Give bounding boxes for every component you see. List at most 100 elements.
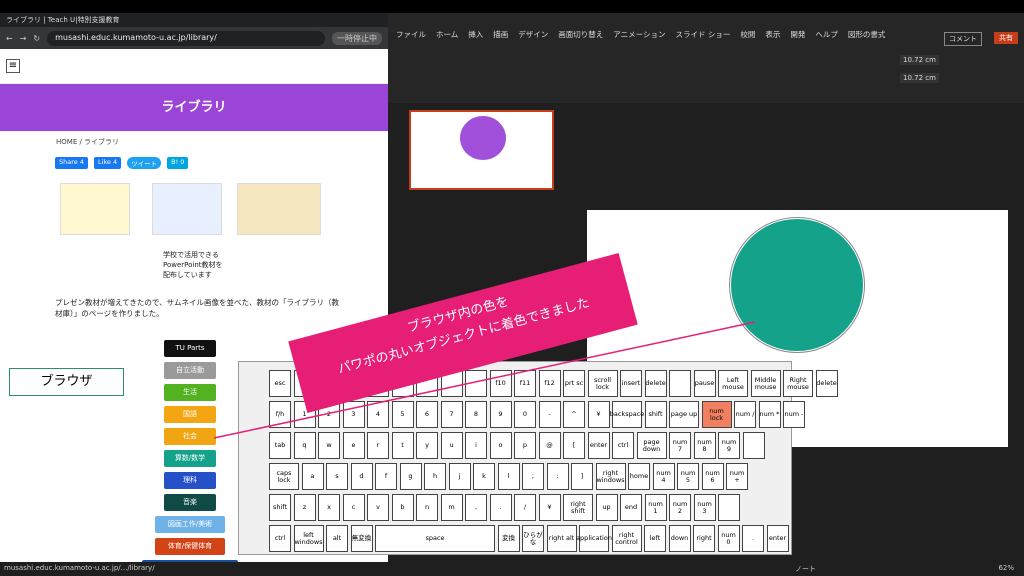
ribbon-tab[interactable]: 表示 — [765, 29, 780, 40]
key[interactable]: j — [448, 463, 471, 490]
back-icon[interactable]: ← — [6, 34, 13, 43]
category-button[interactable]: 社会 — [164, 428, 216, 445]
key[interactable]: / — [514, 494, 536, 521]
key[interactable]: num 0 — [717, 525, 740, 552]
key[interactable]: a — [301, 463, 324, 490]
key[interactable]: num 5 — [677, 463, 699, 490]
key[interactable]: ひらがな — [522, 525, 544, 552]
ribbon-tab[interactable]: 開発 — [790, 29, 805, 40]
key[interactable]: , — [465, 494, 487, 521]
height-field[interactable]: 10.72 cm — [900, 55, 939, 65]
ribbon-tab[interactable]: ホーム — [436, 29, 458, 40]
key[interactable]: m — [440, 494, 463, 521]
category-button[interactable]: 自立活動 — [164, 362, 216, 379]
url-input[interactable]: musashi.educ.kumamoto-u.ac.jp/library/ — [47, 30, 325, 46]
key[interactable]: z — [293, 494, 316, 521]
key[interactable]: enter — [766, 525, 789, 552]
browser-tab[interactable]: ライブラリ | Teach U|特別支援教育 — [0, 13, 388, 27]
category-button[interactable]: 生活 — [164, 384, 216, 401]
thumb-3[interactable] — [237, 183, 321, 235]
key[interactable]: application — [576, 525, 612, 552]
key[interactable]: right windows — [595, 463, 626, 490]
ribbon-tab[interactable]: 描画 — [493, 29, 508, 40]
share-ppt-button[interactable]: 共有 — [994, 32, 1018, 44]
category-button[interactable]: 音楽 — [164, 494, 216, 511]
key[interactable]: b — [391, 494, 414, 521]
key[interactable]: home — [628, 463, 650, 490]
key[interactable]: left windows — [293, 525, 324, 552]
comment-button[interactable]: コメント — [944, 32, 982, 46]
key[interactable]: ] — [571, 463, 593, 490]
like-button[interactable]: Like 4 — [93, 157, 122, 169]
key[interactable]: num 3 — [693, 494, 716, 521]
key[interactable]: n — [416, 494, 438, 521]
key[interactable]: alt — [326, 525, 348, 552]
ribbon-tab[interactable]: 挿入 — [468, 29, 483, 40]
key[interactable]: caps lock — [269, 463, 299, 490]
key[interactable]: right — [693, 525, 715, 552]
key[interactable]: ctrl — [269, 525, 291, 552]
key[interactable]: s — [326, 463, 348, 490]
key[interactable]: l — [497, 463, 520, 490]
tweet-button[interactable]: ツイート — [127, 157, 162, 169]
ribbon-tab[interactable]: デザイン — [518, 29, 548, 40]
menu-icon[interactable]: ≡ — [6, 59, 20, 73]
thumb-2[interactable] — [152, 183, 222, 235]
key[interactable]: right alt — [546, 525, 577, 552]
key[interactable]: g — [399, 463, 422, 490]
key[interactable]: h — [424, 463, 446, 490]
category-button[interactable]: 国語 — [164, 406, 216, 423]
key[interactable]: Right mouse — [783, 370, 813, 397]
key[interactable]: num - — [783, 401, 805, 428]
key[interactable]: num 6 — [701, 463, 724, 490]
key[interactable]: down — [668, 525, 691, 552]
key[interactable]: ; — [522, 463, 544, 490]
key[interactable]: . — [742, 525, 764, 552]
width-field[interactable]: 10.72 cm — [900, 73, 939, 83]
ribbon-tab[interactable]: アニメーション — [613, 29, 665, 40]
key[interactable]: d — [350, 463, 373, 490]
key[interactable]: 無変換 — [350, 525, 373, 552]
reload-icon[interactable]: ↻ — [33, 34, 40, 43]
share-button[interactable]: Share 4 — [55, 157, 88, 169]
key[interactable]: num + — [726, 463, 748, 490]
slide-thumbnail[interactable] — [409, 110, 554, 190]
sync-button[interactable]: 一時停止中 — [332, 31, 382, 45]
key[interactable]: c — [342, 494, 365, 521]
ribbon-tab[interactable]: 画面切り替え — [558, 29, 603, 40]
key[interactable]: num 4 — [652, 463, 675, 490]
key[interactable]: ¥ — [538, 494, 561, 521]
key[interactable]: num 1 — [644, 494, 667, 521]
key[interactable]: k — [473, 463, 495, 490]
key[interactable]: 変換 — [497, 525, 520, 552]
ribbon-tab[interactable]: ファイル — [396, 29, 426, 40]
key[interactable]: delete — [815, 370, 838, 397]
site-header: ≡ — [0, 49, 388, 84]
key[interactable]: shift — [269, 494, 291, 521]
key[interactable]: x — [318, 494, 340, 521]
thumb-1[interactable] — [60, 183, 130, 235]
category-button[interactable]: 体育/保健体育 — [155, 538, 225, 555]
key[interactable]: . — [489, 494, 512, 521]
key[interactable]: space — [375, 525, 495, 552]
hatena-button[interactable]: B! 0 — [167, 157, 189, 169]
ribbon-tab[interactable]: 図形の書式 — [848, 29, 886, 40]
key[interactable] — [718, 494, 740, 521]
key[interactable]: end — [620, 494, 642, 521]
key[interactable]: up — [595, 494, 618, 521]
category-button[interactable]: 理科 — [164, 472, 216, 489]
ribbon-tab[interactable]: 校閲 — [740, 29, 755, 40]
key[interactable]: right control — [611, 525, 642, 552]
category-button[interactable]: 算数/数学 — [164, 450, 216, 467]
ribbon-tab[interactable]: スライド ショー — [675, 29, 730, 40]
key[interactable]: f — [375, 463, 397, 490]
category-button[interactable]: 図画工作/美術 — [155, 516, 225, 533]
category-button[interactable]: TU Parts — [164, 340, 216, 357]
forward-icon[interactable]: → — [20, 34, 27, 43]
ribbon-tab[interactable]: ヘルプ — [815, 29, 838, 40]
key[interactable]: v — [367, 494, 389, 521]
key[interactable]: : — [546, 463, 569, 490]
key[interactable]: num 2 — [669, 494, 691, 521]
key[interactable]: right shift — [563, 494, 593, 521]
key[interactable]: left — [644, 525, 666, 552]
